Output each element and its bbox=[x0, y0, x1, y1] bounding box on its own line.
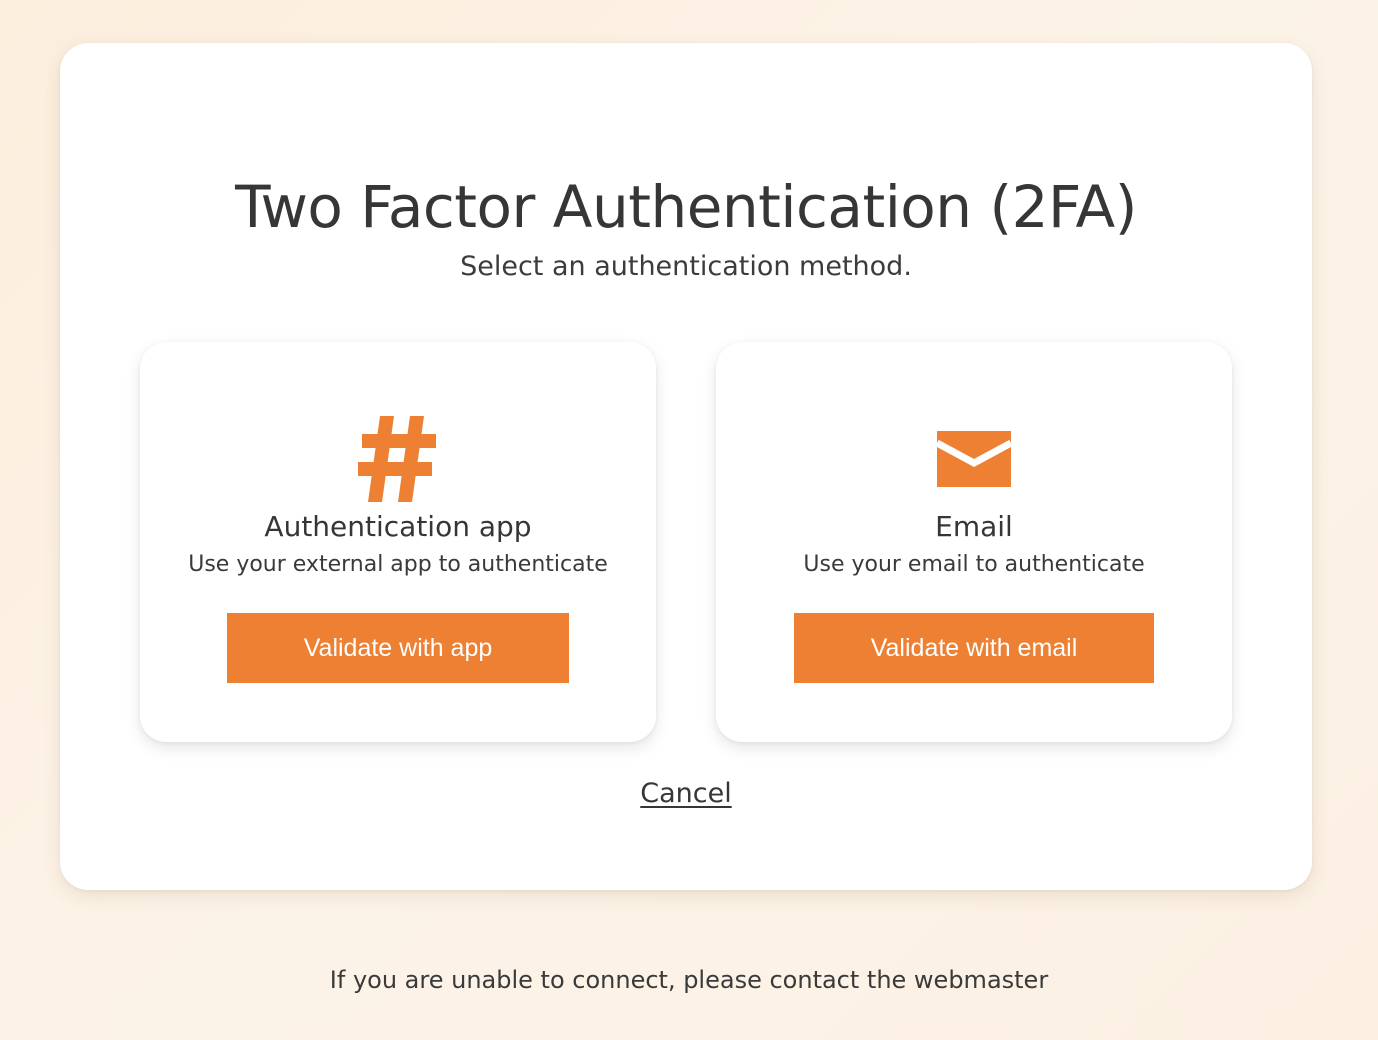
validate-with-email-button[interactable]: Validate with email bbox=[794, 613, 1154, 683]
method-description: Use your email to authenticate bbox=[803, 552, 1145, 577]
method-description: Use your external app to authenticate bbox=[188, 552, 608, 577]
method-card-email: Email Use your email to authenticate Val… bbox=[716, 342, 1232, 742]
hashtag-icon bbox=[358, 416, 438, 502]
envelope-icon bbox=[934, 416, 1014, 502]
auth-dialog: Two Factor Authentication (2FA) Select a… bbox=[60, 43, 1312, 890]
cancel-row: Cancel bbox=[60, 778, 1312, 809]
footer-note: If you are unable to connect, please con… bbox=[329, 966, 1049, 994]
method-title: Authentication app bbox=[264, 510, 532, 543]
page-subtitle: Select an authentication method. bbox=[460, 251, 912, 282]
validate-with-app-button[interactable]: Validate with app bbox=[227, 613, 569, 683]
cancel-link[interactable]: Cancel bbox=[640, 778, 731, 809]
method-title: Email bbox=[935, 510, 1013, 543]
method-card-app: Authentication app Use your external app… bbox=[140, 342, 656, 742]
page-title: Two Factor Authentication (2FA) bbox=[235, 173, 1137, 241]
